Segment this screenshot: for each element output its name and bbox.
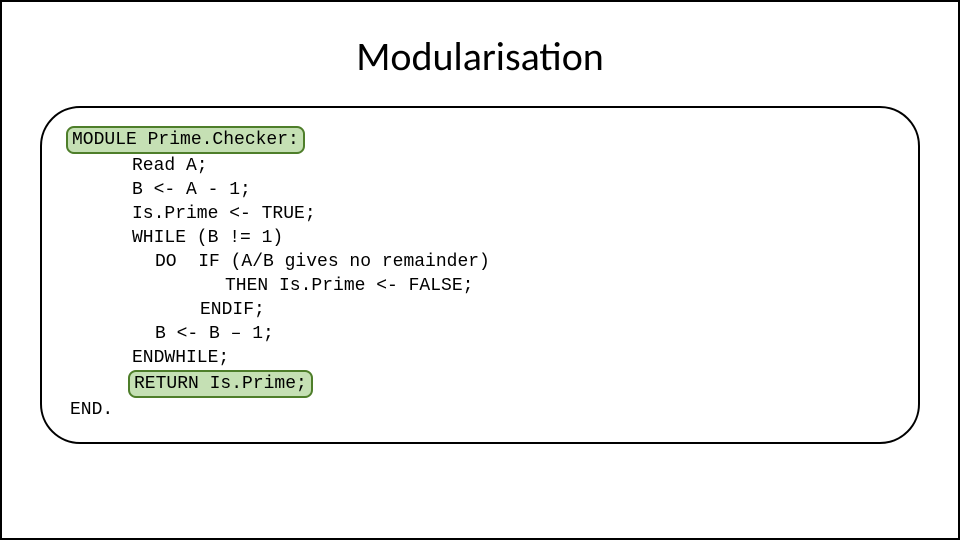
code-line: Read A; <box>70 154 890 178</box>
code-line: RETURN Is.Prime; <box>70 370 890 398</box>
code-line: B <- B – 1; <box>70 322 890 346</box>
highlight-return: RETURN Is.Prime; <box>128 370 313 398</box>
highlight-module-header: MODULE Prime.Checker: <box>66 126 305 154</box>
code-line: ENDWHILE; <box>70 346 890 370</box>
code-line: B <- A - 1; <box>70 178 890 202</box>
code-line: WHILE (B != 1) <box>70 226 890 250</box>
code-line: Is.Prime <- TRUE; <box>70 202 890 226</box>
code-line: MODULE Prime.Checker: <box>70 126 890 154</box>
code-line: ENDIF; <box>70 298 890 322</box>
code-block: MODULE Prime.Checker: Read A; B <- A - 1… <box>40 106 920 444</box>
code-line: DO IF (A/B gives no remainder) <box>70 250 890 274</box>
slide: Modularisation MODULE Prime.Checker: Rea… <box>0 0 960 540</box>
slide-title: Modularisation <box>32 32 928 81</box>
code-line: END. <box>70 398 890 422</box>
code-line: THEN Is.Prime <- FALSE; <box>70 274 890 298</box>
